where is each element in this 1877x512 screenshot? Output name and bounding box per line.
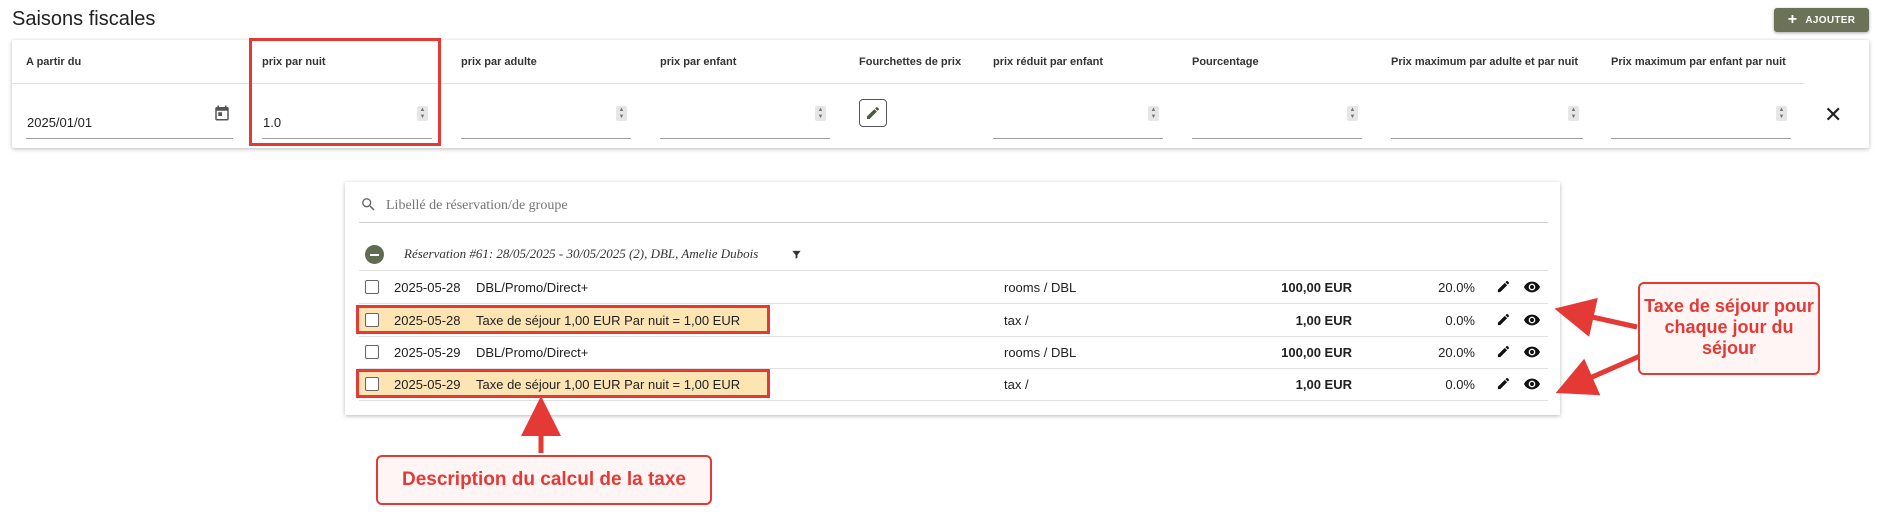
annotation-arrows (521, 297, 1642, 453)
arrow-to-tax-row-2 (1555, 353, 1642, 396)
callout-tax-description: Description du calcul de la taxe (376, 455, 712, 505)
callout-tax-each-day: Taxe de séjour pour chaque jour du séjou… (1638, 282, 1820, 375)
arrow-to-tax-row-1 (1554, 297, 1638, 337)
